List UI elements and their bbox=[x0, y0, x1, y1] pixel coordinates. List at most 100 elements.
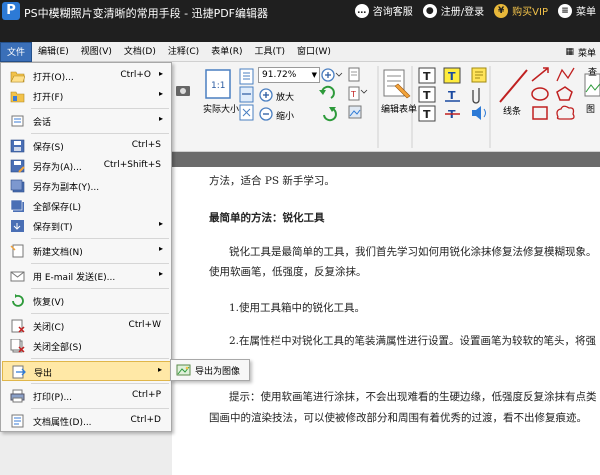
menu-tools[interactable]: 工具(T) bbox=[248, 42, 291, 62]
menu-separator bbox=[31, 383, 169, 384]
image-label[interactable]: 图 bbox=[586, 102, 595, 115]
text-field-icon[interactable]: T bbox=[418, 105, 436, 122]
title-bar-actions: … 咨询客服 ● 注册/登录 ¥ 购买VIP ≡ 菜单 bbox=[345, 0, 600, 42]
menu-separator bbox=[31, 288, 169, 289]
zoom-out-label[interactable]: 缩小 bbox=[276, 109, 294, 122]
menu-document[interactable]: 文档(D) bbox=[118, 42, 162, 62]
line-tool-icon[interactable] bbox=[499, 69, 528, 103]
menu-item-label: 打开(F) bbox=[33, 93, 64, 103]
cloud-tool-icon[interactable] bbox=[556, 105, 575, 120]
document-view: 方法，适合 PS 新手学习。 最简单的方法：锐化工具 锐化工具是最简单的工具，我… bbox=[172, 167, 600, 475]
doc-paragraph-1b: 使用软画笔，低强度，反复涂抹。 bbox=[209, 266, 367, 278]
menu-item-label: 恢复(V) bbox=[33, 298, 65, 308]
yen-icon: ¥ bbox=[494, 3, 509, 18]
rotate-cw-icon[interactable] bbox=[319, 85, 335, 99]
menu-item-export-as-image[interactable]: 导出为图像 bbox=[172, 361, 248, 379]
main-menu-button[interactable]: ≡ 菜单 bbox=[558, 3, 596, 18]
menu-item-restore[interactable]: 恢复(V) bbox=[2, 291, 171, 311]
menu-item-label: 文档属性(D)... bbox=[33, 418, 92, 428]
consult-service-button[interactable]: … 咨询客服 bbox=[354, 3, 413, 18]
fit-width-icon[interactable] bbox=[239, 86, 254, 103]
rotate-ccw-icon[interactable] bbox=[323, 107, 337, 122]
menu-file[interactable]: 文件 bbox=[0, 42, 33, 62]
fit-visible-icon[interactable] bbox=[239, 104, 254, 121]
menu-item-session[interactable]: 会话 ▸ bbox=[2, 111, 171, 131]
app-logo-icon: P bbox=[2, 2, 20, 20]
sound-icon[interactable] bbox=[472, 106, 486, 120]
menu-item-open-recent[interactable]: 打开(F) ▸ bbox=[2, 86, 171, 106]
menu-window[interactable]: 窗口(W) bbox=[291, 42, 337, 62]
menu-item-new-document[interactable]: 新建文档(N) ▸ bbox=[2, 241, 171, 261]
menu-item-save-to[interactable]: 保存到(T) ▸ bbox=[2, 216, 171, 236]
menu-item-open[interactable]: 打开(O)... Ctrl+O ▸ bbox=[2, 66, 171, 86]
session-icon bbox=[11, 115, 24, 127]
text-box-icon[interactable]: T bbox=[418, 67, 436, 84]
svg-text:T: T bbox=[423, 70, 431, 83]
first-page-icon[interactable] bbox=[348, 67, 360, 82]
menu-item-save-all[interactable]: 全部保存(L) bbox=[2, 196, 171, 216]
search-label[interactable]: 查 bbox=[588, 65, 597, 78]
menu-label: 菜单 bbox=[576, 7, 596, 18]
menu-item-label: 保存到(T) bbox=[33, 223, 73, 233]
save-copy-icon bbox=[10, 179, 25, 193]
menubar-right-menu[interactable]: ▦ 菜单 bbox=[561, 42, 600, 62]
submenu-arrow-icon: ▸ bbox=[157, 365, 162, 374]
buy-vip-button[interactable]: ¥ 购买VIP bbox=[494, 3, 548, 18]
menu-item-label: 关闭全部(S) bbox=[33, 343, 82, 353]
menu-item-label: 另存为(A)... bbox=[33, 163, 82, 173]
zoom-in-icon[interactable] bbox=[259, 88, 273, 102]
login-button[interactable]: ● 注册/登录 bbox=[422, 3, 484, 18]
polyline-tool-icon[interactable] bbox=[556, 67, 575, 82]
sticky-note-icon[interactable] bbox=[471, 67, 487, 83]
actual-size-label[interactable]: 实际大小 bbox=[203, 102, 239, 115]
edit-form-label[interactable]: 编辑表单 bbox=[381, 102, 417, 115]
tab-strip bbox=[172, 152, 600, 167]
menu-item-save-as[interactable]: 另存为(A)... Ctrl+Shift+S bbox=[2, 156, 171, 176]
rectangle-tool-icon[interactable] bbox=[532, 106, 548, 120]
edit-form-icon[interactable] bbox=[383, 69, 411, 99]
menu-item-close[interactable]: 关闭(C) Ctrl+W bbox=[2, 316, 171, 336]
menu-comment[interactable]: 注释(C) bbox=[162, 42, 205, 62]
menu-item-save[interactable]: 保存(S) Ctrl+S bbox=[2, 136, 171, 156]
arrow-tool-icon[interactable] bbox=[531, 67, 549, 82]
fit-page-icon[interactable] bbox=[239, 68, 254, 85]
menu-item-label: 导出 bbox=[34, 369, 53, 379]
polygon-tool-icon[interactable] bbox=[556, 86, 573, 101]
doc-step-1: 1.使用工具箱中的锐化工具。 bbox=[229, 302, 366, 314]
zoom-tool-icon[interactable] bbox=[321, 68, 343, 82]
menu-item-send-email[interactable]: 用 E-mail 发送(E)... ▸ bbox=[2, 266, 171, 286]
typewriter-icon[interactable]: T bbox=[418, 86, 436, 103]
highlight-text-icon[interactable]: T bbox=[443, 67, 461, 84]
menu-lines-icon: ≡ bbox=[558, 3, 572, 18]
menu-item-shortcut: Ctrl+Shift+S bbox=[103, 160, 161, 170]
ellipse-tool-icon[interactable] bbox=[531, 87, 549, 101]
menu-item-document-properties[interactable]: 文档属性(D)... Ctrl+D bbox=[2, 411, 171, 431]
underline-text-icon[interactable]: T bbox=[445, 89, 460, 102]
strikeout-text-icon[interactable]: T bbox=[445, 108, 460, 121]
export-image-icon bbox=[176, 364, 191, 376]
attachment-icon[interactable] bbox=[472, 88, 480, 104]
insert-image-icon[interactable] bbox=[348, 105, 362, 119]
grid-icon: ▦ bbox=[565, 47, 574, 57]
actual-size-icon[interactable]: 1:1 bbox=[205, 69, 231, 99]
line-label[interactable]: 线条 bbox=[503, 104, 521, 117]
zoom-in-label[interactable]: 放大 bbox=[276, 90, 294, 103]
snapshot-icon[interactable] bbox=[176, 86, 190, 96]
menu-separator bbox=[31, 133, 169, 134]
submenu-arrow-icon: ▸ bbox=[158, 244, 163, 253]
menu-view[interactable]: 视图(V) bbox=[75, 42, 118, 62]
menu-item-print[interactable]: 打印(P)... Ctrl+P bbox=[2, 386, 171, 406]
menu-item-export[interactable]: 导出 ▸ bbox=[2, 361, 171, 381]
zoom-out-icon[interactable] bbox=[259, 107, 273, 121]
menu-item-close-all[interactable]: 关闭全部(S) bbox=[2, 336, 171, 356]
svg-text:1:1: 1:1 bbox=[211, 81, 225, 91]
menu-item-save-copy[interactable]: 另存为副本(Y)... bbox=[2, 176, 171, 196]
insert-text-icon[interactable]: T bbox=[348, 86, 368, 101]
menu-edit[interactable]: 编辑(E) bbox=[32, 42, 75, 62]
menu-item-label: 会话 bbox=[33, 118, 52, 128]
doc-tip-2: 国画中的渲染技法，可以使被修改部分和周围有着优秀的过渡，看不出修复痕迹。 bbox=[209, 412, 587, 424]
export-as-image-label: 导出为图像 bbox=[195, 367, 241, 377]
zoom-level-select[interactable]: 91.72% ▼ bbox=[258, 67, 320, 83]
menu-form[interactable]: 表单(R) bbox=[205, 42, 248, 62]
svg-text:T: T bbox=[423, 108, 431, 121]
